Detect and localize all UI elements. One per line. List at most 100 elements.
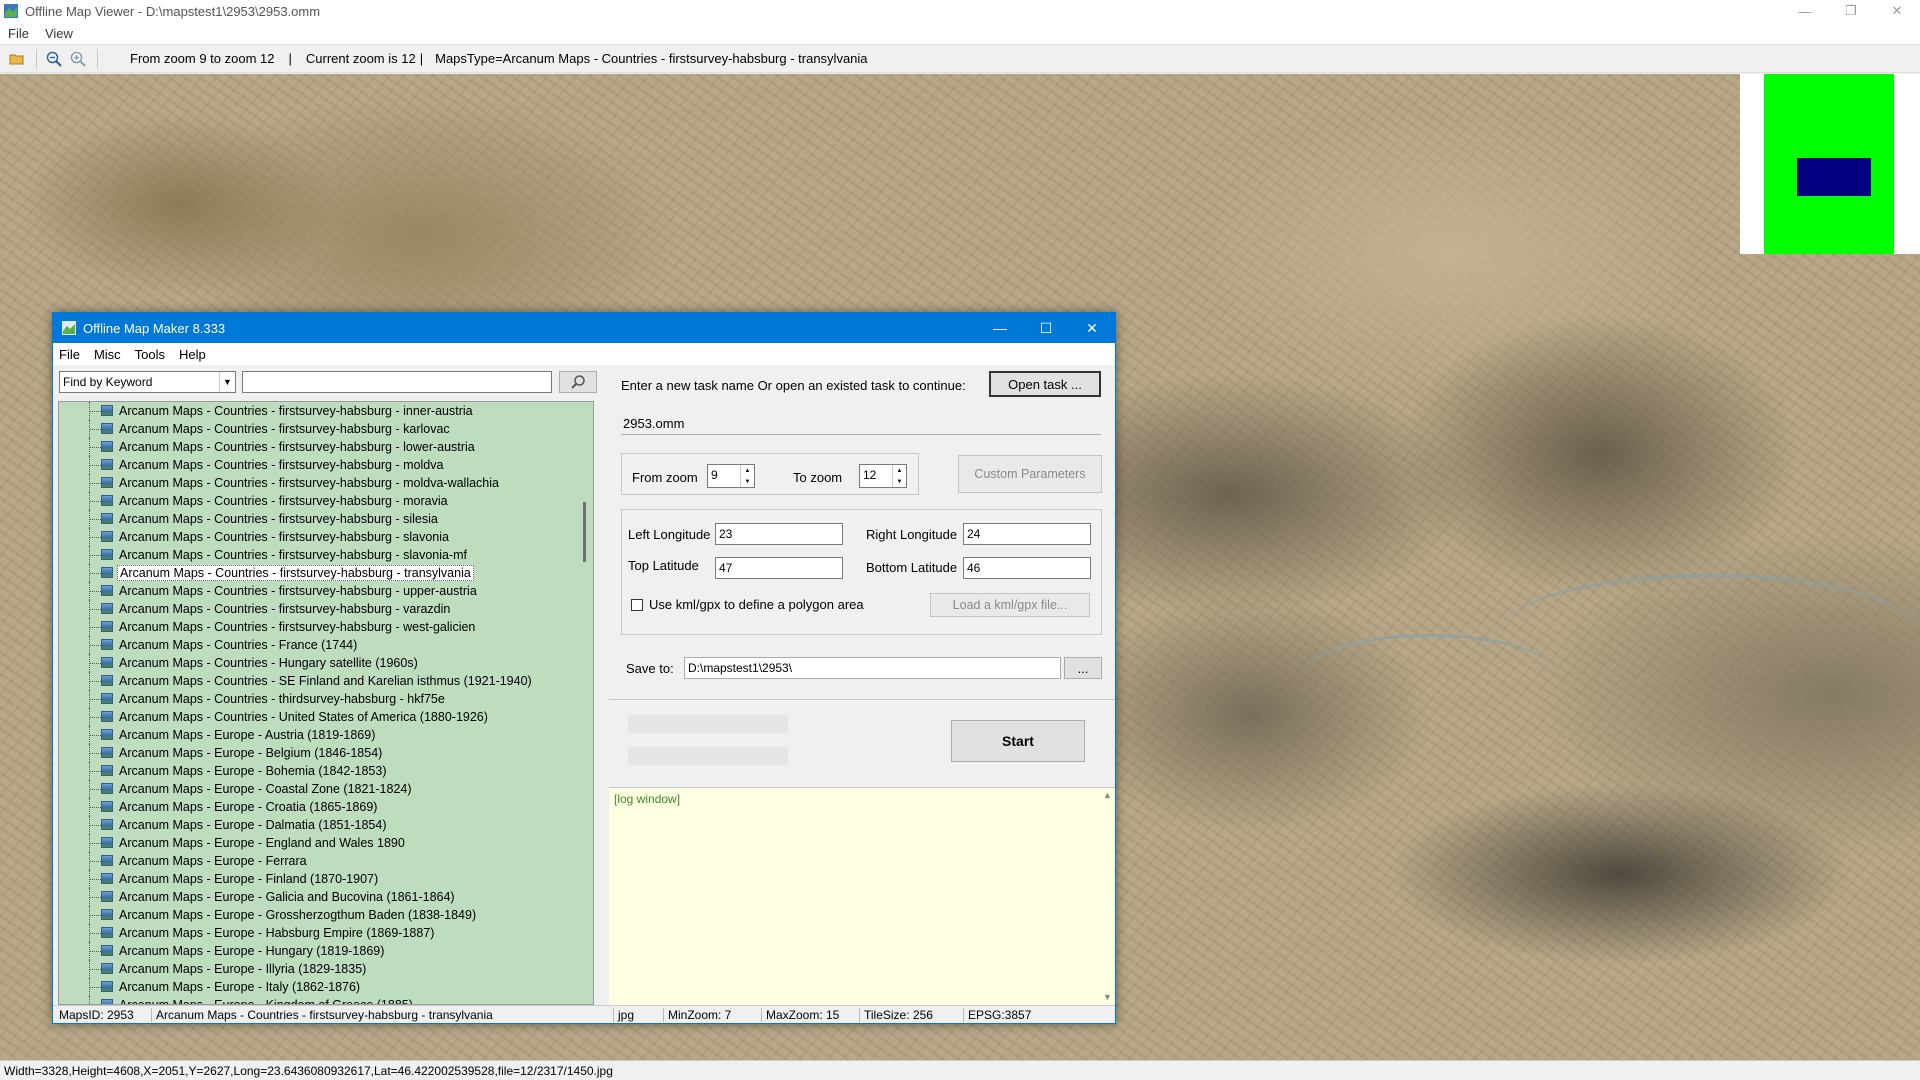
maker-menu-file[interactable]: File <box>59 347 80 362</box>
map-icon <box>101 891 113 902</box>
to-zoom-stepper[interactable]: 12 ▲ ▼ <box>859 464 907 488</box>
tree-item[interactable]: Arcanum Maps - Europe - Finland (1870-19… <box>59 870 579 888</box>
to-zoom-label: To zoom <box>793 470 843 485</box>
tree-item[interactable]: Arcanum Maps - Europe - Belgium (1846-18… <box>59 744 579 762</box>
close-icon[interactable]: ✕ <box>1069 313 1115 343</box>
open-task-button[interactable]: Open task ... <box>989 371 1101 397</box>
close-icon[interactable]: ✕ <box>1874 0 1920 22</box>
scroll-down-icon[interactable]: ▼ <box>1103 992 1112 1002</box>
search-mode-select[interactable]: Find by Keyword ▼ <box>59 371 236 393</box>
bottom-latitude-input[interactable] <box>963 557 1091 579</box>
spin-down-icon[interactable]: ▼ <box>741 476 754 487</box>
open-folder-icon[interactable] <box>6 48 28 70</box>
tree-item[interactable]: Arcanum Maps - Countries - firstsurvey-h… <box>59 546 579 564</box>
viewer-menu-file[interactable]: File <box>8 26 29 41</box>
tree-item[interactable]: Arcanum Maps - Countries - firstsurvey-h… <box>59 582 579 600</box>
kml-checkbox[interactable] <box>631 599 643 611</box>
tree-item[interactable]: Arcanum Maps - Europe - Habsburg Empire … <box>59 924 579 942</box>
map-icon <box>101 873 113 884</box>
map-icon <box>101 423 113 434</box>
status-map-name: Arcanum Maps - Countries - firstsurvey-h… <box>151 1008 493 1022</box>
spin-down-icon[interactable]: ▼ <box>893 476 906 487</box>
tree-item[interactable]: Arcanum Maps - Countries - firstsurvey-h… <box>59 492 579 510</box>
tree-item[interactable]: Arcanum Maps - Europe - Kingdom of Greec… <box>59 996 579 1004</box>
tree-item[interactable]: Arcanum Maps - Europe - Illyria (1829-18… <box>59 960 579 978</box>
top-latitude-label: Top Latitude <box>628 558 699 573</box>
tree-item[interactable]: Arcanum Maps - Europe - Grossherzogthum … <box>59 906 579 924</box>
tree-item[interactable]: Arcanum Maps - Europe - Croatia (1865-18… <box>59 798 579 816</box>
tree-item[interactable]: Arcanum Maps - Countries - firstsurvey-h… <box>59 402 579 420</box>
log-window[interactable]: [log window] ▲ ▼ <box>609 787 1115 1005</box>
custom-parameters-button[interactable]: Custom Parameters <box>958 455 1102 493</box>
tree-item[interactable]: Arcanum Maps - Countries - firstsurvey-h… <box>59 474 579 492</box>
tree-item[interactable]: Arcanum Maps - Europe - Italy (1862-1876… <box>59 978 579 996</box>
maker-menu-help[interactable]: Help <box>179 347 206 362</box>
maker-titlebar: Offline Map Maker 8.333 — ☐ ✕ <box>53 313 1115 343</box>
map-icon <box>101 567 113 578</box>
spin-up-icon[interactable]: ▲ <box>893 465 906 476</box>
search-button[interactable] <box>559 371 597 393</box>
tree-item[interactable]: Arcanum Maps - Europe - Hungary (1819-18… <box>59 942 579 960</box>
tree-item[interactable]: Arcanum Maps - Countries - Hungary satel… <box>59 654 579 672</box>
tree-item[interactable]: Arcanum Maps - Europe - Ferrara <box>59 852 579 870</box>
map-icon <box>101 639 113 650</box>
tree-item[interactable]: Arcanum Maps - Europe - Bohemia (1842-18… <box>59 762 579 780</box>
minimap-viewport[interactable] <box>1797 158 1871 196</box>
restore-icon[interactable]: ❐ <box>1828 0 1874 22</box>
search-input[interactable] <box>242 371 552 393</box>
tree-item[interactable]: Arcanum Maps - Europe - England and Wale… <box>59 834 579 852</box>
map-icon <box>101 855 113 866</box>
maps-type-text: MapsType=Arcanum Maps - Countries - firs… <box>435 51 868 66</box>
minimap[interactable] <box>1740 74 1920 254</box>
tree-item[interactable]: Arcanum Maps - Countries - firstsurvey-h… <box>59 420 579 438</box>
tree-item[interactable]: Arcanum Maps - Europe - Austria (1819-18… <box>59 726 579 744</box>
tree-item[interactable]: Arcanum Maps - Countries - firstsurvey-h… <box>59 618 579 636</box>
task-name-input[interactable] <box>621 413 1101 435</box>
log-scrollbar[interactable]: ▲ ▼ <box>1100 788 1115 1004</box>
chevron-down-icon[interactable]: ▼ <box>219 372 235 392</box>
viewer-menu-view[interactable]: View <box>45 26 73 41</box>
load-kml-button[interactable]: Load a kml/gpx file... <box>930 593 1090 617</box>
save-path-input[interactable] <box>684 657 1061 679</box>
tree-item[interactable]: Arcanum Maps - Countries - firstsurvey-h… <box>59 438 579 456</box>
tree-scrollbar-thumb[interactable] <box>583 502 586 562</box>
tree-item-label: Arcanum Maps - Countries - United States… <box>119 710 488 724</box>
tree-item[interactable]: Arcanum Maps - Countries - thirdsurvey-h… <box>59 690 579 708</box>
tree-item[interactable]: Arcanum Maps - Countries - France (1744) <box>59 636 579 654</box>
tree-item[interactable]: Arcanum Maps - Countries - firstsurvey-h… <box>59 528 579 546</box>
maps-tree[interactable]: Arcanum Maps - Countries - firstsurvey-h… <box>58 401 594 1005</box>
viewer-titlebar: Offline Map Viewer - D:\mapstest1\2953\2… <box>0 0 1920 22</box>
from-zoom-value: 9 <box>711 468 718 482</box>
tree-item[interactable]: Arcanum Maps - Europe - Coastal Zone (18… <box>59 780 579 798</box>
tree-scrollbar[interactable] <box>578 402 593 1004</box>
tree-item[interactable]: Arcanum Maps - Countries - United States… <box>59 708 579 726</box>
zoom-out-icon[interactable] <box>43 48 65 70</box>
spin-up-icon[interactable]: ▲ <box>741 465 754 476</box>
minimize-icon[interactable]: — <box>977 313 1023 343</box>
left-longitude-input[interactable] <box>715 523 843 545</box>
map-icon <box>101 945 113 956</box>
maker-menu-tools[interactable]: Tools <box>135 347 165 362</box>
log-placeholder: [log window] <box>614 792 681 806</box>
maximize-icon[interactable]: ☐ <box>1023 313 1069 343</box>
to-zoom-value: 12 <box>863 468 877 482</box>
tree-item-label: Arcanum Maps - Europe - Hungary (1819-18… <box>119 944 385 958</box>
right-longitude-input[interactable] <box>963 523 1091 545</box>
browse-button[interactable]: ... <box>1064 657 1102 679</box>
minimize-icon[interactable]: — <box>1782 0 1828 22</box>
start-button[interactable]: Start <box>951 720 1085 762</box>
scroll-up-icon[interactable]: ▲ <box>1103 790 1112 800</box>
from-zoom-stepper[interactable]: 9 ▲ ▼ <box>707 464 755 488</box>
tree-item[interactable]: Arcanum Maps - Countries - firstsurvey-h… <box>59 564 579 582</box>
tree-item[interactable]: Arcanum Maps - Europe - Galicia and Buco… <box>59 888 579 906</box>
maker-menu-misc[interactable]: Misc <box>94 347 121 362</box>
tree-item[interactable]: Arcanum Maps - Countries - firstsurvey-h… <box>59 600 579 618</box>
viewer-menubar: File View <box>0 22 1920 44</box>
top-latitude-input[interactable] <box>715 557 843 579</box>
zoom-in-icon[interactable] <box>67 48 89 70</box>
toolbar-separator <box>97 48 98 69</box>
tree-item[interactable]: Arcanum Maps - Countries - SE Finland an… <box>59 672 579 690</box>
tree-item[interactable]: Arcanum Maps - Countries - firstsurvey-h… <box>59 510 579 528</box>
tree-item[interactable]: Arcanum Maps - Europe - Dalmatia (1851-1… <box>59 816 579 834</box>
tree-item[interactable]: Arcanum Maps - Countries - firstsurvey-h… <box>59 456 579 474</box>
